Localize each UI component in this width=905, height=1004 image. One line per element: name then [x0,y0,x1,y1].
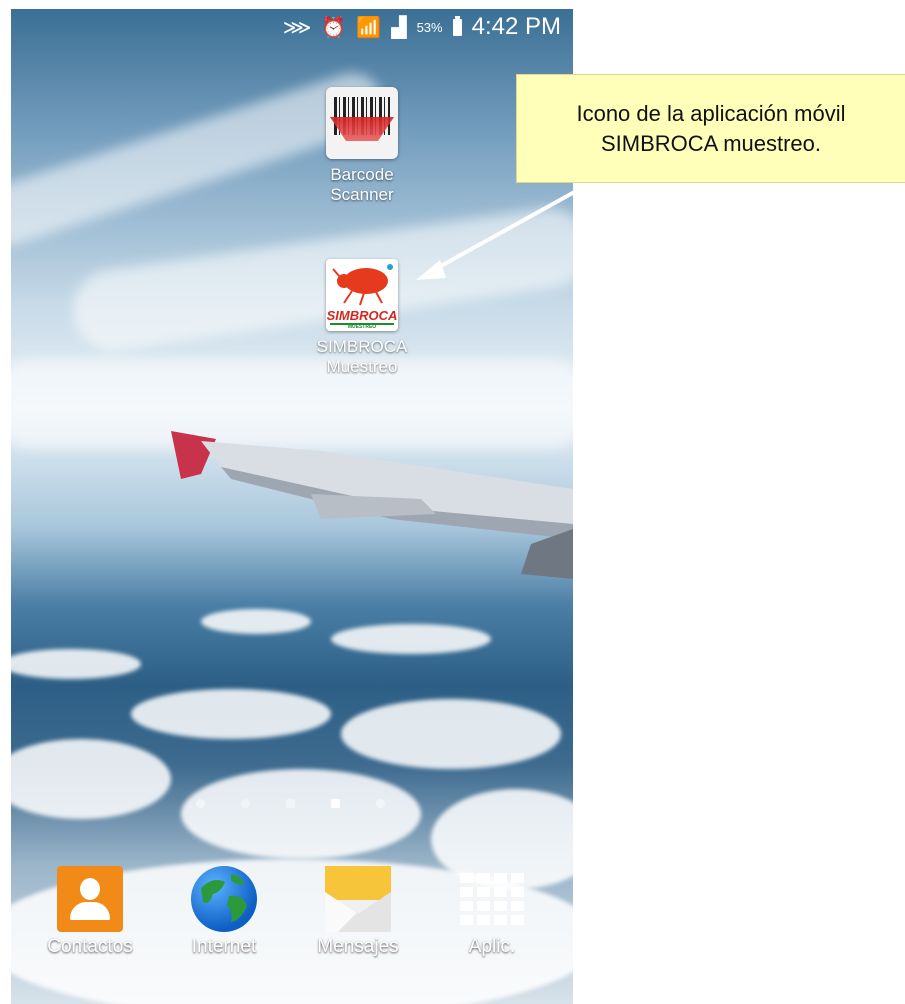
callout-line: SIMBROCA muestreo. [600,130,822,156]
app-label: Barcode [330,165,394,184]
page-dot[interactable] [196,799,205,808]
simbroca-brand-text: SIMBROCA [326,308,398,323]
battery-icon [452,15,462,36]
contacts-icon [57,866,123,932]
home-page-dot[interactable] [286,799,295,808]
app-label: Scanner [330,185,394,204]
app-label: SIMBROCA [316,337,408,356]
wallpaper-cloud [131,689,331,739]
app-barcode-scanner[interactable]: Barcode Scanner [307,87,417,205]
wallpaper-cloud [181,769,421,859]
scanner-laser [330,117,394,141]
globe-icon [191,866,257,932]
page-dot-active[interactable] [331,799,340,808]
airplane-wing-image [171,431,573,579]
callout-line: Icono de la aplicación móvil [576,100,846,126]
dock-label: Aplic. [468,936,516,957]
dock-internet[interactable]: Internet [169,866,279,958]
dock-label: Internet [191,936,257,957]
battery-percent: 53% [416,19,443,35]
page-indicator[interactable] [196,799,385,808]
simbroca-icon: SIMBROCA MUESTREO [326,259,398,331]
dock: Contactos Internet Mensajes Aplic. [11,866,573,976]
wallpaper-cloud [201,609,311,634]
app-simbroca-muestreo[interactable]: SIMBROCA MUESTREO SIMBROCA Muestreo [307,259,417,377]
apps-grid-icon [459,866,525,932]
barcode-icon [326,87,398,159]
alarm-icon: ⏰ [321,16,347,39]
mute-icon: ⋙ [282,16,312,39]
app-label: Muestreo [326,357,398,376]
annotation-callout: Icono de la aplicación móvil SIMBROCA mu… [516,74,905,183]
dock-label: Contactos [47,936,133,957]
wallpaper-cloud [11,649,141,679]
wallpaper-cloud [11,739,171,819]
dock-messages[interactable]: Mensajes [303,866,413,958]
beetle-icon [332,264,393,306]
phone-screen: ⋙ ⏰ 📶 ▟ 53% 4:42 PM Barcode Scanner SIMB… [11,9,573,1004]
page-dot[interactable] [376,799,385,808]
wallpaper-cloud [331,624,491,654]
wifi-icon: 📶 [356,16,382,39]
dock-apps[interactable]: Aplic. [437,866,547,958]
wallpaper-cloud [341,699,561,769]
signal-icon: ▟ [391,16,407,39]
page-dot[interactable] [241,799,250,808]
dock-label: Mensajes [317,936,399,957]
status-clock: 4:42 PM [471,13,561,40]
dock-contacts[interactable]: Contactos [35,866,145,958]
status-bar: ⋙ ⏰ 📶 ▟ 53% 4:42 PM [11,9,573,45]
simbroca-sub-text: MUESTREO [347,324,377,330]
envelope-icon [325,866,391,932]
